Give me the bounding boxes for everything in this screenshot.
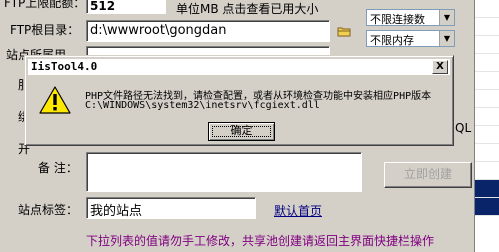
list-item-selected[interactable]	[475, 198, 499, 216]
list-item[interactable]	[475, 36, 499, 54]
list-item[interactable]	[475, 54, 499, 72]
default-home-link[interactable]: 默认首页	[274, 202, 322, 219]
ok-button[interactable]: 确定	[208, 122, 275, 141]
list-item[interactable]	[475, 90, 499, 108]
ftp-dir-input[interactable]: d:\wwwroot\gongdan	[86, 20, 330, 42]
focus-rect	[212, 126, 271, 137]
list-item[interactable]	[475, 72, 499, 90]
list-item[interactable]	[475, 108, 499, 126]
dialog-titlebar[interactable]: IisTool4.0 X	[28, 59, 450, 75]
site-tag-label: 站点标签：	[18, 203, 79, 217]
space-input[interactable]: 512	[86, 0, 166, 14]
create-button[interactable]: 立即创建	[384, 162, 472, 188]
dialog-title: IisTool4.0	[31, 60, 98, 73]
dialog-message-line2: C:\WINDOWS\system32\inetsrv\fcgiext.dll	[85, 100, 320, 111]
chevron-down-icon[interactable]: ▼	[439, 10, 454, 25]
list-item[interactable]	[475, 18, 499, 36]
remark-label: 备 注：	[38, 161, 78, 175]
space-label: FTP上限配额：	[4, 0, 86, 10]
ftp-dir-label: FTP根目录：	[10, 23, 80, 37]
list-item[interactable]	[475, 126, 499, 144]
list-item[interactable]	[475, 144, 499, 162]
memory-limit-select[interactable]: 不限内存 ▼	[366, 30, 455, 47]
remark-input[interactable]	[86, 152, 362, 192]
list-item[interactable]	[475, 162, 499, 180]
close-icon[interactable]: X	[432, 60, 448, 74]
bottom-hint: 下拉列表的值请勿手工修改，共享池创建请返回主界面快捷栏操作	[86, 234, 435, 248]
partial-right-text: QL	[455, 121, 472, 135]
warning-icon	[39, 86, 71, 114]
site-list-panel[interactable]	[474, 0, 499, 252]
folder-icon[interactable]	[337, 26, 351, 37]
list-item-selected[interactable]	[475, 180, 499, 198]
error-dialog: IisTool4.0 X PHP文件路径无法找到，请检查配置，或者从环境检查功能…	[24, 55, 454, 146]
list-item[interactable]	[475, 0, 499, 18]
space-hint[interactable]: 单位MB 点击查看已用大小	[176, 0, 318, 17]
chevron-down-icon[interactable]: ▼	[439, 31, 454, 46]
connection-limit-select[interactable]: 不限连接数 ▼	[366, 9, 455, 26]
site-tag-input[interactable]: 我的站点	[86, 197, 256, 219]
